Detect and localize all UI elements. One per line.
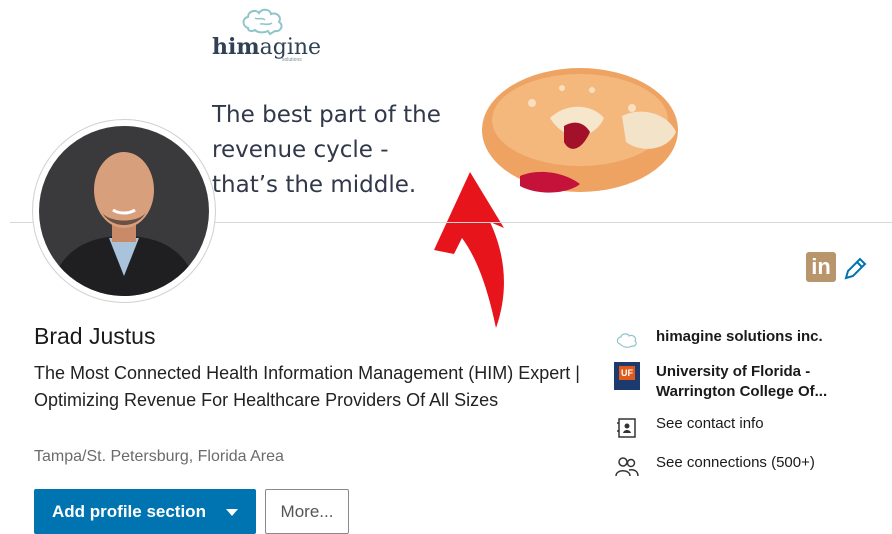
profile-headline: The Most Connected Health Information Ma… bbox=[34, 363, 580, 410]
contact-info-link[interactable]: See contact info bbox=[656, 414, 764, 434]
sidebar-contact-info[interactable]: See contact info bbox=[613, 414, 764, 442]
tagline-line-1: The best part of the bbox=[212, 102, 441, 128]
school-logo-icon: UF bbox=[613, 362, 641, 390]
caret-down-icon bbox=[226, 509, 238, 516]
banner-tagline: The best part of the revenue cycle - tha… bbox=[212, 98, 441, 203]
company-logo-icon bbox=[613, 327, 641, 355]
sidebar-company[interactable]: himagine solutions inc. bbox=[613, 327, 823, 355]
more-button[interactable]: More... bbox=[265, 489, 349, 534]
himagine-logo: himagine bbox=[212, 34, 321, 60]
sidebar-education[interactable]: UF University of Florida - Warrington Co… bbox=[613, 362, 827, 402]
logo-prefix: him bbox=[212, 34, 260, 60]
edit-pencil-icon[interactable] bbox=[842, 256, 868, 287]
people-icon bbox=[613, 453, 641, 481]
logo-subtitle: solutions bbox=[282, 57, 302, 63]
contact-card-icon bbox=[613, 414, 641, 442]
school-line-2: Warrington College Of... bbox=[656, 383, 828, 400]
school-badge-text: UF bbox=[619, 366, 635, 380]
add-profile-section-label: Add profile section bbox=[52, 501, 206, 521]
school-name: University of Florida - Warrington Colle… bbox=[656, 362, 827, 402]
add-profile-section-button[interactable]: Add profile section bbox=[34, 489, 256, 534]
school-line-1: University of Florida - bbox=[656, 363, 811, 380]
profile-name: Brad Justus bbox=[34, 323, 156, 349]
sidebar-connections[interactable]: See connections (500+) bbox=[613, 453, 815, 481]
profile-location: Tampa/St. Petersburg, Florida Area bbox=[34, 448, 284, 465]
linkedin-icon[interactable]: in bbox=[806, 252, 836, 282]
company-name: himagine solutions inc. bbox=[656, 328, 823, 345]
red-arrow-graphic bbox=[430, 170, 530, 335]
tagline-line-3: that’s the middle. bbox=[212, 172, 417, 198]
connections-link[interactable]: See connections (500+) bbox=[656, 453, 815, 473]
tagline-line-2: revenue cycle - bbox=[212, 137, 389, 163]
profile-photo[interactable] bbox=[33, 120, 215, 302]
